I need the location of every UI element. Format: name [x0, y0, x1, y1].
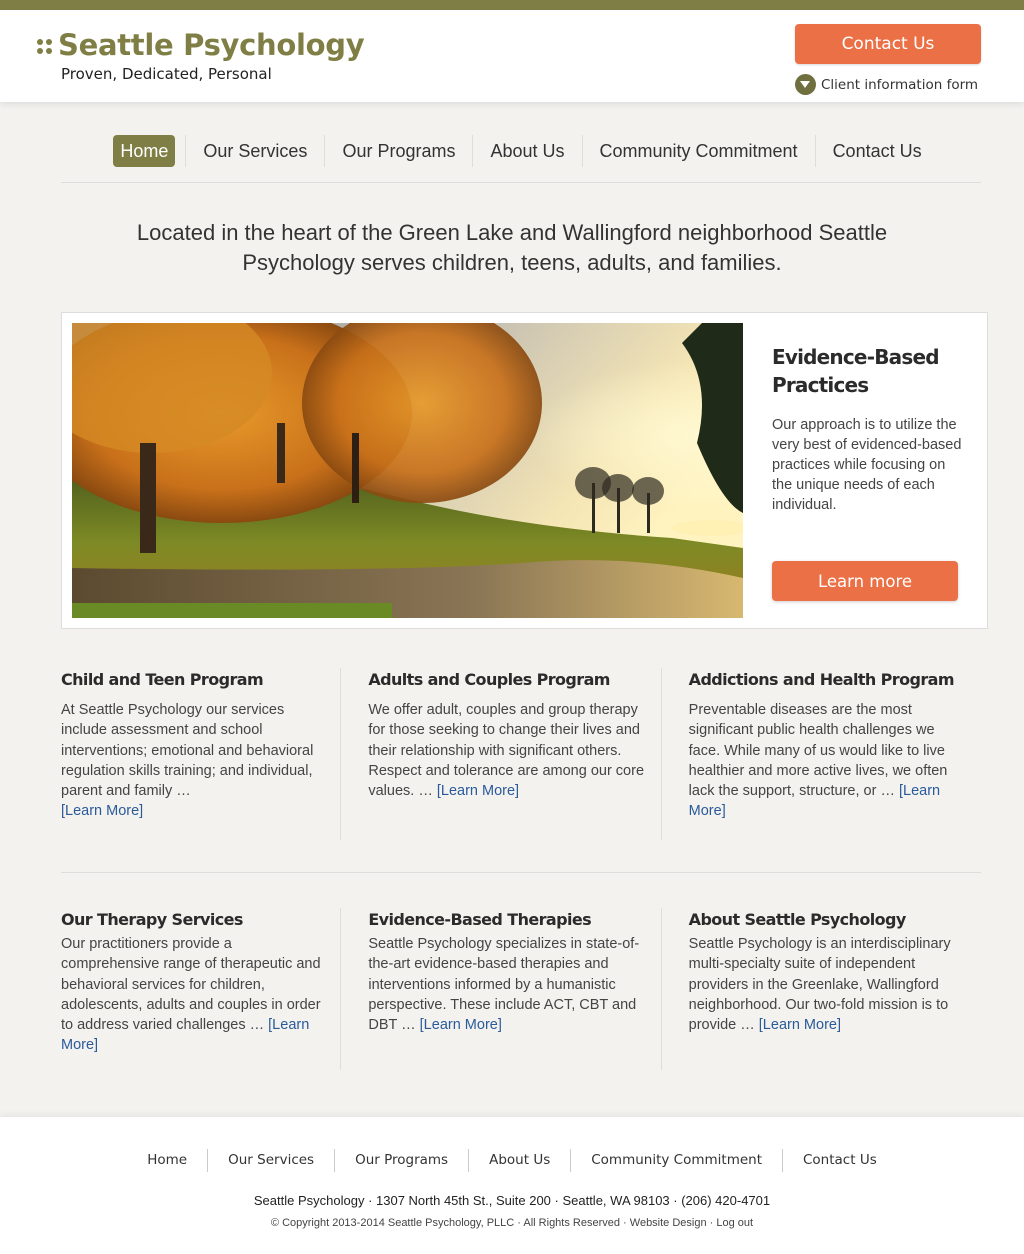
footer-copyright: © Copyright 2013-2014 Seattle Psychology… — [270, 1217, 754, 1229]
client-form-label: Client information form — [821, 76, 979, 93]
footer-nav-our-services[interactable]: Our Services — [207, 1149, 334, 1172]
service-body: Our practitioners provide a comprehensiv… — [61, 936, 321, 1054]
program-title[interactable]: Addictions and Health Program — [689, 668, 955, 692]
contact-us-button[interactable]: Contact Us — [795, 24, 981, 64]
nav-separator — [581, 135, 583, 167]
service-card: About Seattle Psychology Seattle Psychol… — [675, 908, 981, 1056]
footer-nav-contact-us[interactable]: Contact Us — [782, 1149, 897, 1172]
log-out-link[interactable]: Log out — [716, 1217, 753, 1229]
programs-row: Child and Teen Program At Seattle Psycho… — [61, 668, 981, 840]
nav-separator — [472, 135, 474, 167]
site-header: Seattle Psychology Proven, Dedicated, Pe… — [0, 10, 1024, 102]
program-title[interactable]: Adults and Couples Program — [368, 668, 648, 692]
service-card: Evidence-Based Therapies Seattle Psychol… — [354, 908, 674, 1070]
feature-panel: Evidence-Based Practices Our approach is… — [61, 312, 988, 629]
services-row: Our Therapy Services Our practitioners p… — [61, 908, 981, 1070]
intro-text: Located in the heart of the Green Lake a… — [136, 220, 888, 275]
program-body: Preventable diseases are the most signif… — [688, 702, 948, 820]
nav-our-programs[interactable]: Our Programs — [335, 135, 462, 167]
footer-nav: Home Our Services Our Programs About Us … — [0, 1149, 1024, 1172]
logo[interactable]: Seattle Psychology Proven, Dedicated, Pe… — [37, 28, 365, 83]
nav-our-services[interactable]: Our Services — [196, 135, 314, 167]
nav-community-commitment[interactable]: Community Commitment — [593, 135, 805, 167]
nav-about-us[interactable]: About Us — [483, 135, 571, 167]
program-card: Addictions and Health Program Preventabl… — [675, 668, 981, 822]
footer-nav-community-commitment[interactable]: Community Commitment — [570, 1149, 782, 1172]
service-card: Our Therapy Services Our practitioners p… — [61, 908, 354, 1070]
brand-name: Seattle Psychology — [58, 28, 365, 62]
chevron-down-circle-icon — [795, 74, 816, 95]
service-title[interactable]: Our Therapy Services — [61, 908, 328, 932]
footer-nav-our-programs[interactable]: Our Programs — [334, 1149, 468, 1172]
autumn-park-image — [72, 323, 743, 618]
tagline: Proven, Dedicated, Personal — [61, 65, 272, 83]
program-title[interactable]: Child and Teen Program — [61, 668, 328, 692]
service-body: Seattle Psychology specializes in state-… — [368, 936, 640, 1034]
program-body: We offer adult, couples and group therap… — [368, 702, 645, 800]
footer-address: Seattle Psychology · 1307 North 45th St.… — [253, 1193, 771, 1208]
nav-home[interactable]: Home — [113, 135, 176, 167]
service-body: Seattle Psychology is an interdisciplina… — [688, 936, 951, 1034]
feature-text: Evidence-Based Practices Our approach is… — [772, 343, 962, 515]
feature-title: Evidence-Based Practices — [772, 345, 940, 397]
site-footer: Home Our Services Our Programs About Us … — [0, 1117, 1024, 1254]
nav-separator — [185, 135, 187, 167]
learn-more-link[interactable]: [Learn More] — [437, 783, 519, 799]
service-title[interactable]: Evidence-Based Therapies — [368, 908, 648, 932]
footer-nav-about-us[interactable]: About Us — [468, 1149, 570, 1172]
website-design-link[interactable]: Website Design — [630, 1217, 707, 1229]
nav-separator — [324, 135, 326, 167]
feature-body: Our approach is to utilize the very best… — [772, 417, 962, 513]
nav-separator — [814, 135, 816, 167]
logo-dots-icon — [37, 39, 52, 54]
client-information-form-link[interactable]: Client information form — [795, 74, 978, 95]
service-title[interactable]: About Seattle Psychology — [689, 908, 955, 932]
program-card: Child and Teen Program At Seattle Psycho… — [61, 668, 354, 840]
learn-more-link[interactable]: [Learn More] — [759, 1017, 841, 1033]
nav-contact-us[interactable]: Contact Us — [826, 135, 929, 167]
footer-nav-home[interactable]: Home — [127, 1149, 207, 1172]
main-nav: Home Our Services Our Programs About Us … — [61, 135, 981, 183]
learn-more-button[interactable]: Learn more — [772, 561, 958, 601]
program-body: At Seattle Psychology our services inclu… — [61, 702, 314, 820]
top-accent-bar — [0, 0, 1024, 10]
program-card: Adults and Couples Program We offer adul… — [354, 668, 674, 840]
section-divider — [61, 872, 981, 873]
learn-more-link[interactable]: [Learn More] — [61, 803, 143, 819]
learn-more-link[interactable]: [Learn More] — [420, 1017, 502, 1033]
